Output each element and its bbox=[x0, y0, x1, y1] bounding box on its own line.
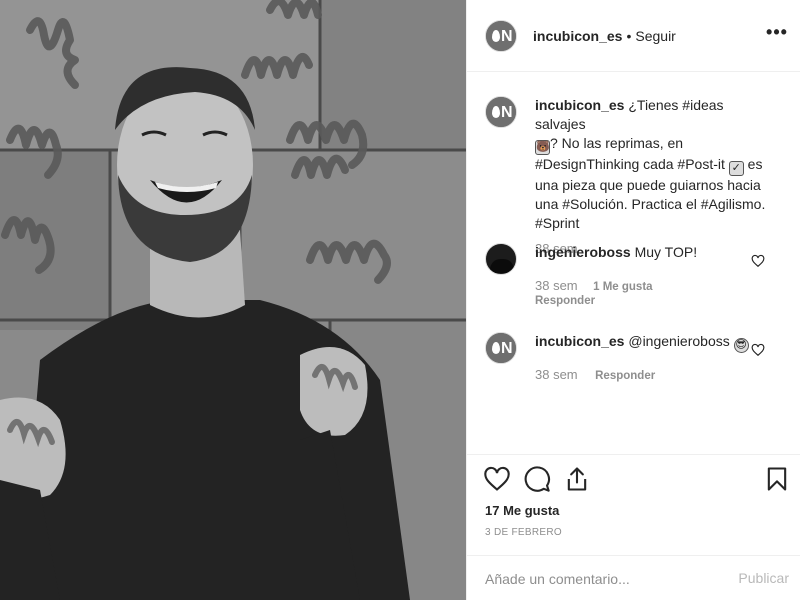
comment-time[interactable]: 38 sem bbox=[535, 278, 578, 293]
incubicon-logo-icon: N bbox=[486, 21, 516, 51]
post-panel: N incubicon_es • Seguir ••• N incubicon_es… bbox=[466, 0, 800, 600]
commenter-avatar[interactable]: N bbox=[485, 332, 517, 364]
author-avatar[interactable]: N bbox=[485, 20, 517, 52]
incubicon-logo-icon: N bbox=[486, 97, 516, 127]
commenter-avatar[interactable] bbox=[485, 243, 517, 275]
comment-meta: 38 sem 1 Me gusta Responder bbox=[535, 278, 653, 307]
add-comment-bar: Publicar bbox=[467, 555, 800, 600]
caption-avatar[interactable]: N bbox=[485, 96, 517, 128]
caption-username[interactable]: incubicon_es bbox=[535, 97, 624, 113]
publish-button[interactable]: Publicar bbox=[738, 570, 789, 586]
caption-text: incubicon_es ¿Tienes #ideas salvajes 🐻? … bbox=[535, 96, 775, 233]
comment-time[interactable]: 38 sem bbox=[535, 367, 578, 382]
comment-username[interactable]: ingenieroboss bbox=[535, 244, 631, 260]
follow-button[interactable]: Seguir bbox=[635, 28, 675, 44]
author-username[interactable]: incubicon_es bbox=[533, 28, 622, 44]
comment-username[interactable]: incubicon_es bbox=[535, 333, 624, 349]
avatar-letter: N bbox=[501, 104, 513, 121]
comments-area[interactable]: N incubicon_es ¿Tienes #ideas salvajes 🐻… bbox=[467, 73, 800, 453]
photo-illustration bbox=[0, 0, 466, 600]
caption: N incubicon_es ¿Tienes #ideas salvajes 🐻… bbox=[485, 96, 785, 256]
author-line: incubicon_es • Seguir bbox=[533, 27, 676, 45]
bookmark-icon[interactable] bbox=[763, 465, 791, 493]
separator-dot: • bbox=[626, 28, 632, 44]
comment-item: N incubicon_es @ingenieroboss 😎 38 sem R… bbox=[485, 332, 785, 392]
caption-line-6: #Sprint bbox=[535, 215, 580, 231]
caption-line-3-rest: es bbox=[743, 156, 763, 172]
comment-text: incubicon_es @ingenieroboss 😎 bbox=[535, 332, 775, 353]
incubicon-logo-icon: N bbox=[486, 333, 516, 363]
comment-likes[interactable]: 1 Me gusta bbox=[593, 281, 652, 293]
bear-emoji-icon: 🐻 bbox=[535, 140, 550, 155]
post-date[interactable]: 3 DE FEBRERO bbox=[485, 527, 562, 538]
more-options-icon[interactable]: ••• bbox=[765, 22, 789, 46]
like-comment-heart-icon[interactable] bbox=[751, 254, 765, 268]
post-header: N incubicon_es • Seguir ••• bbox=[467, 0, 800, 72]
reply-button[interactable]: Responder bbox=[535, 295, 595, 307]
caption-line-2: ? No las reprimas, en bbox=[550, 135, 684, 151]
like-comment-heart-icon[interactable] bbox=[751, 343, 765, 357]
comment-meta: 38 sem Responder bbox=[535, 367, 655, 382]
comment-body: Muy TOP! bbox=[634, 244, 698, 260]
action-bar: 17 Me gusta 3 DE FEBRERO bbox=[467, 454, 800, 564]
sunglasses-emoji-icon: 😎 bbox=[733, 338, 749, 353]
caption-line-5: una #Solución. Practica el #Agilismo. bbox=[535, 196, 766, 212]
mention-link[interactable]: @ingenieroboss bbox=[628, 333, 729, 349]
share-icon[interactable] bbox=[563, 465, 591, 493]
comment-item: ingenieroboss Muy TOP! 38 sem 1 Me gusta… bbox=[485, 243, 785, 313]
caption-line-3: #DesignThinking cada #Post-it bbox=[535, 156, 725, 172]
post-photo[interactable] bbox=[0, 0, 466, 600]
comment-text: ingenieroboss Muy TOP! bbox=[535, 243, 775, 262]
reply-button[interactable]: Responder bbox=[595, 370, 655, 382]
comment-input[interactable] bbox=[485, 568, 725, 590]
caption-line-4: una pieza que puede guiarnos hacia bbox=[535, 177, 761, 193]
like-heart-icon[interactable] bbox=[483, 465, 511, 493]
avatar-letter: N bbox=[501, 28, 513, 45]
avatar-letter: N bbox=[501, 340, 513, 357]
comment-bubble-icon[interactable] bbox=[523, 465, 551, 493]
likes-count[interactable]: 17 Me gusta bbox=[485, 503, 559, 518]
checkmark-emoji-icon: ✓ bbox=[728, 161, 744, 176]
